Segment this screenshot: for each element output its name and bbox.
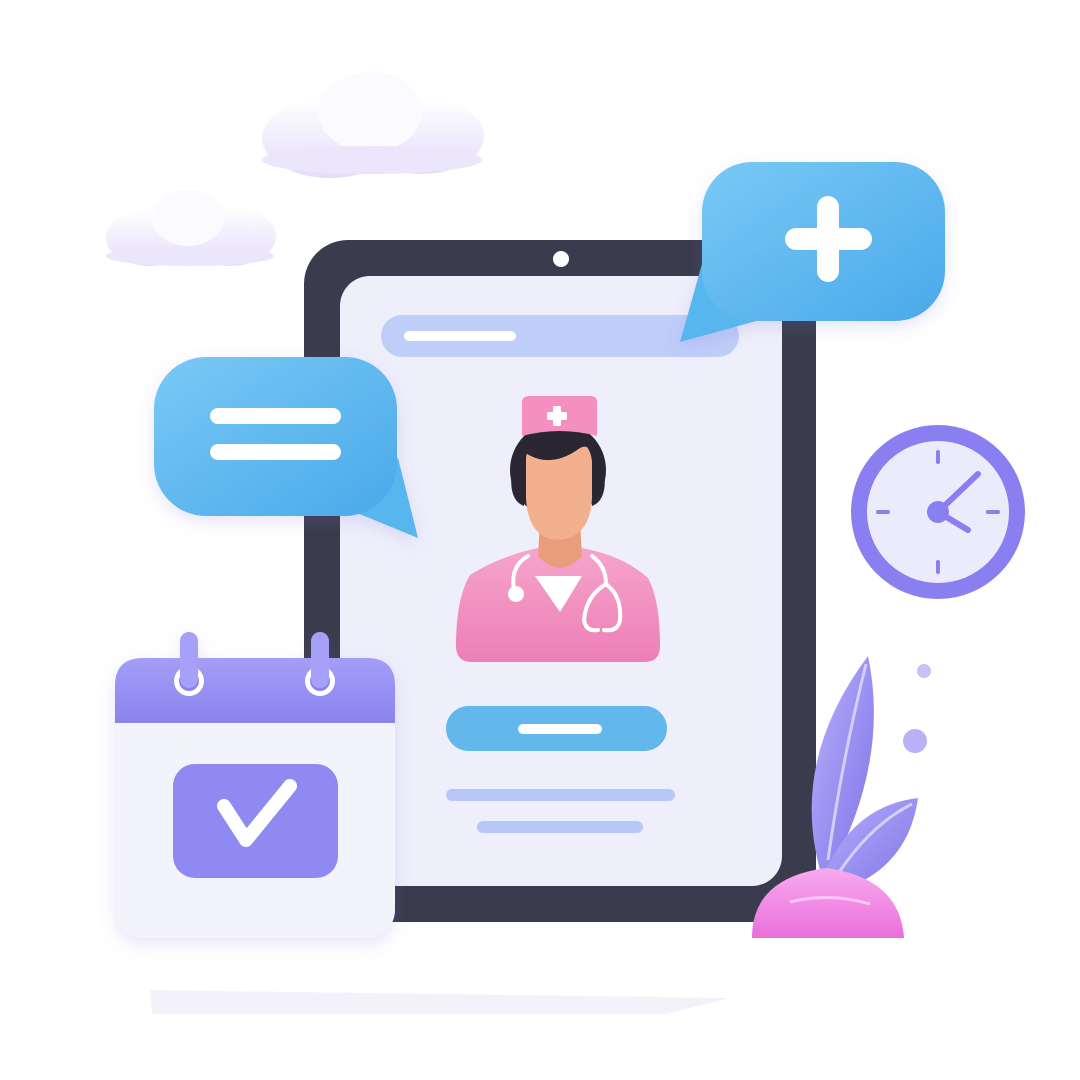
screen-action-button-line <box>518 724 602 734</box>
chat-bubble-medical <box>680 162 945 342</box>
screen-top-bar-line <box>404 331 516 341</box>
decor-dot-small <box>917 664 931 678</box>
screen-text-line-1 <box>446 789 675 801</box>
telemedicine-scene <box>106 72 1025 1014</box>
cloud-large <box>262 72 484 178</box>
calendar <box>115 632 395 938</box>
cloud-small <box>106 190 276 266</box>
calendar-header <box>115 658 395 723</box>
ground-shadow <box>150 990 730 1014</box>
clock-icon <box>851 425 1025 599</box>
screen-text-line-2 <box>477 821 643 833</box>
tablet-camera <box>553 251 569 267</box>
chat-bubble-message <box>154 357 418 538</box>
decor-dot-large <box>903 729 927 753</box>
